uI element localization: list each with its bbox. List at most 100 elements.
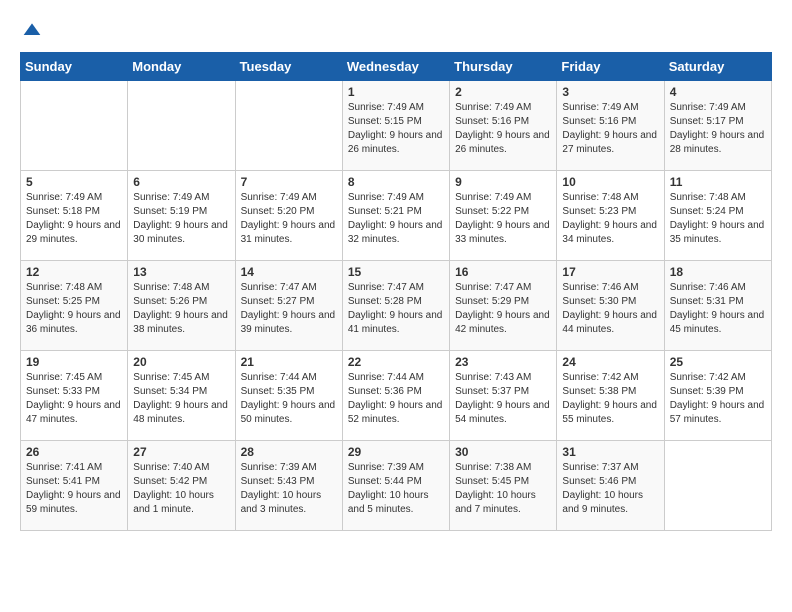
day-cell: 13 Sunrise: 7:48 AMSunset: 5:26 PMDayligh… [128, 261, 235, 351]
day-number: 4 [670, 85, 766, 99]
day-cell: 1 Sunrise: 7:49 AMSunset: 5:15 PMDaylight… [342, 81, 449, 171]
day-cell: 6 Sunrise: 7:49 AMSunset: 5:19 PMDaylight… [128, 171, 235, 261]
day-number: 27 [133, 445, 229, 459]
day-cell: 26 Sunrise: 7:41 AMSunset: 5:41 PMDayligh… [21, 441, 128, 531]
day-cell: 29 Sunrise: 7:39 AMSunset: 5:44 PMDayligh… [342, 441, 449, 531]
day-info: Sunrise: 7:39 AMSunset: 5:44 PMDaylight:… [348, 461, 444, 517]
day-info: Sunrise: 7:46 AMSunset: 5:30 PMDaylight:… [562, 281, 658, 337]
day-info: Sunrise: 7:39 AMSunset: 5:43 PMDaylight:… [241, 461, 337, 517]
day-info: Sunrise: 7:48 AMSunset: 5:25 PMDaylight:… [26, 281, 122, 337]
day-number: 5 [26, 175, 122, 189]
day-cell: 17 Sunrise: 7:46 AMSunset: 5:30 PMDayligh… [557, 261, 664, 351]
header-cell-friday: Friday [557, 53, 664, 81]
day-info: Sunrise: 7:49 AMSunset: 5:17 PMDaylight:… [670, 101, 766, 157]
week-row-2: 5 Sunrise: 7:49 AMSunset: 5:18 PMDaylight… [21, 171, 772, 261]
day-cell: 8 Sunrise: 7:49 AMSunset: 5:21 PMDaylight… [342, 171, 449, 261]
day-cell [21, 81, 128, 171]
day-cell [235, 81, 342, 171]
day-info: Sunrise: 7:49 AMSunset: 5:15 PMDaylight:… [348, 101, 444, 157]
day-number: 19 [26, 355, 122, 369]
day-number: 12 [26, 265, 122, 279]
day-number: 13 [133, 265, 229, 279]
day-number: 31 [562, 445, 658, 459]
day-info: Sunrise: 7:49 AMSunset: 5:18 PMDaylight:… [26, 191, 122, 247]
day-number: 29 [348, 445, 444, 459]
day-info: Sunrise: 7:49 AMSunset: 5:19 PMDaylight:… [133, 191, 229, 247]
day-number: 23 [455, 355, 551, 369]
day-number: 7 [241, 175, 337, 189]
day-number: 8 [348, 175, 444, 189]
day-info: Sunrise: 7:49 AMSunset: 5:16 PMDaylight:… [455, 101, 551, 157]
day-info: Sunrise: 7:47 AMSunset: 5:28 PMDaylight:… [348, 281, 444, 337]
day-info: Sunrise: 7:48 AMSunset: 5:23 PMDaylight:… [562, 191, 658, 247]
day-info: Sunrise: 7:44 AMSunset: 5:36 PMDaylight:… [348, 371, 444, 427]
week-row-1: 1 Sunrise: 7:49 AMSunset: 5:15 PMDaylight… [21, 81, 772, 171]
day-number: 26 [26, 445, 122, 459]
day-cell: 3 Sunrise: 7:49 AMSunset: 5:16 PMDaylight… [557, 81, 664, 171]
day-number: 18 [670, 265, 766, 279]
day-cell: 11 Sunrise: 7:48 AMSunset: 5:24 PMDayligh… [664, 171, 771, 261]
day-cell: 22Sunrise: 7:44 AMSunset: 5:36 PMDayligh… [342, 351, 449, 441]
day-info: Sunrise: 7:48 AMSunset: 5:26 PMDaylight:… [133, 281, 229, 337]
logo [20, 20, 42, 36]
day-cell: 16 Sunrise: 7:47 AMSunset: 5:29 PMDayligh… [450, 261, 557, 351]
day-number: 20 [133, 355, 229, 369]
day-cell: 24 Sunrise: 7:42 AMSunset: 5:38 PMDayligh… [557, 351, 664, 441]
day-cell: 23 Sunrise: 7:43 AMSunset: 5:37 PMDayligh… [450, 351, 557, 441]
day-cell: 7 Sunrise: 7:49 AMSunset: 5:20 PMDaylight… [235, 171, 342, 261]
day-info: Sunrise: 7:44 AMSunset: 5:35 PMDaylight:… [241, 371, 337, 427]
day-cell: 9 Sunrise: 7:49 AMSunset: 5:22 PMDaylight… [450, 171, 557, 261]
day-number: 17 [562, 265, 658, 279]
day-info: Sunrise: 7:49 AMSunset: 5:21 PMDaylight:… [348, 191, 444, 247]
header-cell-wednesday: Wednesday [342, 53, 449, 81]
day-cell: 28Sunrise: 7:39 AMSunset: 5:43 PMDayligh… [235, 441, 342, 531]
day-info: Sunrise: 7:48 AMSunset: 5:24 PMDaylight:… [670, 191, 766, 247]
day-info: Sunrise: 7:45 AMSunset: 5:34 PMDaylight:… [133, 371, 229, 427]
day-info: Sunrise: 7:37 AMSunset: 5:46 PMDaylight:… [562, 461, 658, 517]
calendar-body: 1 Sunrise: 7:49 AMSunset: 5:15 PMDaylight… [21, 81, 772, 531]
day-info: Sunrise: 7:40 AMSunset: 5:42 PMDaylight:… [133, 461, 229, 517]
logo-icon [22, 20, 42, 40]
day-cell: 2Sunrise: 7:49 AMSunset: 5:16 PMDaylight… [450, 81, 557, 171]
day-number: 10 [562, 175, 658, 189]
day-number: 3 [562, 85, 658, 99]
day-cell: 4 Sunrise: 7:49 AMSunset: 5:17 PMDaylight… [664, 81, 771, 171]
calendar-header: SundayMondayTuesdayWednesdayThursdayFrid… [21, 53, 772, 81]
day-number: 9 [455, 175, 551, 189]
day-cell: 27 Sunrise: 7:40 AMSunset: 5:42 PMDayligh… [128, 441, 235, 531]
day-info: Sunrise: 7:47 AMSunset: 5:29 PMDaylight:… [455, 281, 551, 337]
day-number: 1 [348, 85, 444, 99]
day-info: Sunrise: 7:49 AMSunset: 5:22 PMDaylight:… [455, 191, 551, 247]
header-cell-monday: Monday [128, 53, 235, 81]
day-number: 11 [670, 175, 766, 189]
header-cell-sunday: Sunday [21, 53, 128, 81]
day-info: Sunrise: 7:47 AMSunset: 5:27 PMDaylight:… [241, 281, 337, 337]
day-cell: 20 Sunrise: 7:45 AMSunset: 5:34 PMDayligh… [128, 351, 235, 441]
day-cell: 5 Sunrise: 7:49 AMSunset: 5:18 PMDaylight… [21, 171, 128, 261]
day-info: Sunrise: 7:41 AMSunset: 5:41 PMDaylight:… [26, 461, 122, 517]
day-number: 21 [241, 355, 337, 369]
day-info: Sunrise: 7:49 AMSunset: 5:16 PMDaylight:… [562, 101, 658, 157]
day-number: 16 [455, 265, 551, 279]
day-cell: 10 Sunrise: 7:48 AMSunset: 5:23 PMDayligh… [557, 171, 664, 261]
day-info: Sunrise: 7:43 AMSunset: 5:37 PMDaylight:… [455, 371, 551, 427]
week-row-4: 19 Sunrise: 7:45 AMSunset: 5:33 PMDayligh… [21, 351, 772, 441]
day-number: 15 [348, 265, 444, 279]
day-cell: 30Sunrise: 7:38 AMSunset: 5:45 PMDayligh… [450, 441, 557, 531]
page-header [20, 20, 772, 36]
day-number: 24 [562, 355, 658, 369]
day-number: 6 [133, 175, 229, 189]
day-info: Sunrise: 7:45 AMSunset: 5:33 PMDaylight:… [26, 371, 122, 427]
day-cell [128, 81, 235, 171]
day-cell: 15 Sunrise: 7:47 AMSunset: 5:28 PMDayligh… [342, 261, 449, 351]
day-info: Sunrise: 7:42 AMSunset: 5:38 PMDaylight:… [562, 371, 658, 427]
day-info: Sunrise: 7:46 AMSunset: 5:31 PMDaylight:… [670, 281, 766, 337]
day-cell: 18 Sunrise: 7:46 AMSunset: 5:31 PMDayligh… [664, 261, 771, 351]
calendar-table: SundayMondayTuesdayWednesdayThursdayFrid… [20, 52, 772, 531]
day-cell: 25Sunrise: 7:42 AMSunset: 5:39 PMDayligh… [664, 351, 771, 441]
week-row-3: 12 Sunrise: 7:48 AMSunset: 5:25 PMDayligh… [21, 261, 772, 351]
header-cell-saturday: Saturday [664, 53, 771, 81]
day-number: 14 [241, 265, 337, 279]
day-info: Sunrise: 7:38 AMSunset: 5:45 PMDaylight:… [455, 461, 551, 517]
day-info: Sunrise: 7:49 AMSunset: 5:20 PMDaylight:… [241, 191, 337, 247]
